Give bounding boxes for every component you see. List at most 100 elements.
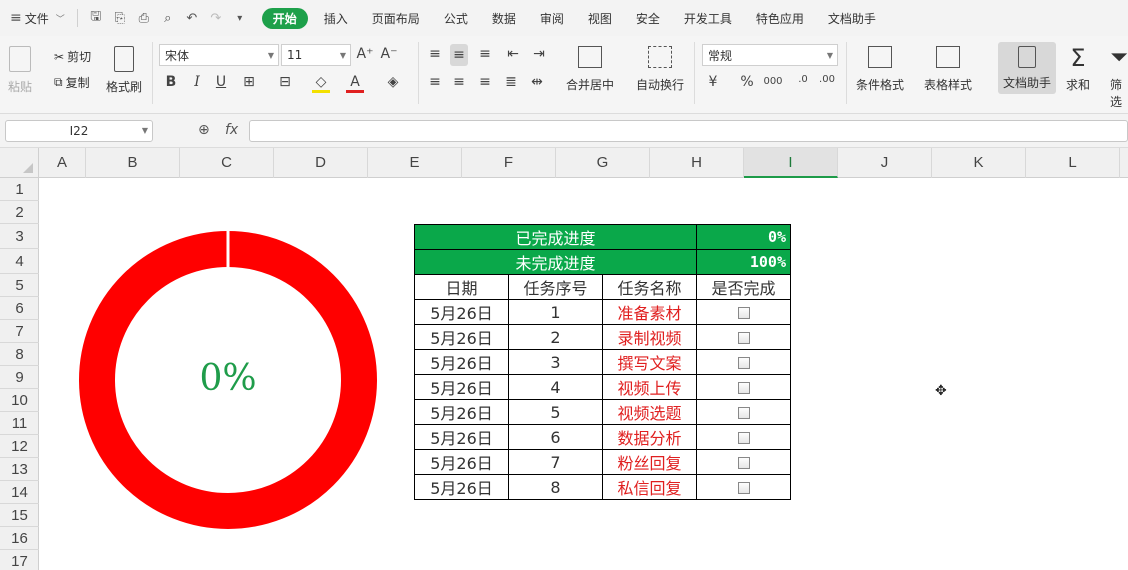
task-number-cell[interactable]: 6 bbox=[508, 424, 603, 450]
row-header-14[interactable]: 14 bbox=[0, 481, 39, 504]
task-number-cell[interactable]: 2 bbox=[508, 324, 603, 350]
task-number-cell[interactable]: 8 bbox=[508, 474, 603, 500]
row-header-15[interactable]: 15 bbox=[0, 504, 39, 527]
justify-icon[interactable]: ≣ bbox=[502, 74, 520, 90]
tab-insert[interactable]: 插入 bbox=[312, 0, 360, 36]
task-number-cell[interactable]: 1 bbox=[508, 299, 603, 325]
done-checkbox[interactable] bbox=[737, 457, 750, 469]
cut-button[interactable]: ✂ 剪切 bbox=[54, 48, 91, 65]
task-done-cell[interactable] bbox=[696, 374, 791, 400]
number-format-select[interactable]: 常规 ▼ bbox=[702, 44, 838, 66]
tab-review[interactable]: 审阅 bbox=[528, 0, 576, 36]
task-done-cell[interactable] bbox=[696, 449, 791, 475]
tab-developer[interactable]: 开发工具 bbox=[672, 0, 744, 36]
name-box[interactable]: I22 ▼ bbox=[5, 120, 153, 142]
task-done-cell[interactable] bbox=[696, 324, 791, 350]
row-header-17[interactable]: 17 bbox=[0, 550, 39, 570]
decrease-font-icon[interactable]: A⁻ bbox=[380, 46, 398, 62]
task-number-cell[interactable]: 3 bbox=[508, 349, 603, 375]
task-name-cell[interactable]: 准备素材 bbox=[602, 299, 697, 325]
task-date-cell[interactable]: 5月26日 bbox=[414, 299, 509, 325]
align-center-icon[interactable]: ≡ bbox=[450, 74, 468, 90]
print-preview-icon[interactable]: ⌕ bbox=[160, 11, 176, 26]
task-done-cell[interactable] bbox=[696, 399, 791, 425]
underline-icon[interactable]: U bbox=[212, 74, 230, 90]
save-icon[interactable]: 🖫 bbox=[88, 7, 104, 29]
row-header-6[interactable]: 6 bbox=[0, 297, 39, 320]
font-color-icon[interactable]: A bbox=[346, 74, 364, 93]
task-name-cell[interactable]: 粉丝回复 bbox=[602, 449, 697, 475]
customize-icon[interactable]: ▾ bbox=[232, 13, 248, 24]
row-header-1[interactable]: 1 bbox=[0, 178, 39, 201]
task-date-cell[interactable]: 5月26日 bbox=[414, 449, 509, 475]
task-done-cell[interactable] bbox=[696, 474, 791, 500]
format-painter-button[interactable]: 格式刷 bbox=[106, 46, 142, 95]
align-bottom-icon[interactable]: ≡ bbox=[476, 46, 494, 62]
row-header-16[interactable]: 16 bbox=[0, 527, 39, 550]
sum-button[interactable]: Σ 求和 bbox=[1066, 44, 1090, 93]
task-date-cell[interactable]: 5月26日 bbox=[414, 474, 509, 500]
font-size-select[interactable]: 11 ▼ bbox=[281, 44, 351, 66]
zoom-icon[interactable]: ⊕ bbox=[198, 122, 210, 138]
redo-icon[interactable]: ↷ bbox=[208, 11, 224, 26]
row-header-3[interactable]: 3 bbox=[0, 224, 39, 249]
row-header-4[interactable]: 4 bbox=[0, 249, 39, 274]
row-header-7[interactable]: 7 bbox=[0, 320, 39, 343]
column-header-l[interactable]: L bbox=[1026, 148, 1120, 178]
task-name-cell[interactable]: 视频上传 bbox=[602, 374, 697, 400]
row-header-10[interactable]: 10 bbox=[0, 389, 39, 412]
task-done-cell[interactable] bbox=[696, 424, 791, 450]
row-header-12[interactable]: 12 bbox=[0, 435, 39, 458]
column-header-i[interactable]: I bbox=[744, 148, 838, 178]
done-checkbox[interactable] bbox=[737, 407, 750, 419]
border-icon[interactable]: ⊞ bbox=[240, 74, 258, 90]
task-date-cell[interactable]: 5月26日 bbox=[414, 399, 509, 425]
filter-button[interactable]: ⏷ 筛选 bbox=[1110, 44, 1128, 110]
percent-icon[interactable]: % bbox=[738, 74, 756, 90]
copy-button[interactable]: ⧉ 复制 bbox=[54, 74, 90, 91]
bold-icon[interactable]: B bbox=[162, 74, 180, 90]
remaining-progress-value[interactable]: 100% bbox=[696, 249, 791, 275]
header-task-number[interactable]: 任务序号 bbox=[508, 274, 603, 300]
task-done-cell[interactable] bbox=[696, 349, 791, 375]
row-header-2[interactable]: 2 bbox=[0, 201, 39, 224]
doc-assistant-button[interactable]: 文档助手 bbox=[998, 42, 1056, 94]
column-header-b[interactable]: B bbox=[86, 148, 180, 178]
increase-decimal-icon[interactable]: .0 bbox=[794, 74, 812, 85]
tab-security[interactable]: 安全 bbox=[624, 0, 672, 36]
task-number-cell[interactable]: 7 bbox=[508, 449, 603, 475]
clear-format-icon[interactable]: ◈ bbox=[384, 74, 402, 90]
task-number-cell[interactable]: 5 bbox=[508, 399, 603, 425]
increase-font-icon[interactable]: A⁺ bbox=[356, 46, 374, 62]
completed-progress-value[interactable]: 0% bbox=[696, 224, 791, 250]
decrease-decimal-icon[interactable]: .00 bbox=[818, 74, 836, 85]
fx-icon[interactable]: fx bbox=[225, 122, 238, 138]
header-done[interactable]: 是否完成 bbox=[696, 274, 791, 300]
row-header-8[interactable]: 8 bbox=[0, 343, 39, 366]
paste-button[interactable]: 粘贴 bbox=[8, 46, 32, 95]
column-header-d[interactable]: D bbox=[274, 148, 368, 178]
tab-formulas[interactable]: 公式 bbox=[432, 0, 480, 36]
align-left-icon[interactable]: ≡ bbox=[426, 74, 444, 90]
task-name-cell[interactable]: 私信回复 bbox=[602, 474, 697, 500]
tab-page-layout[interactable]: 页面布局 bbox=[360, 0, 432, 36]
task-name-cell[interactable]: 录制视频 bbox=[602, 324, 697, 350]
tab-special-features[interactable]: 特色应用 bbox=[744, 0, 816, 36]
wrap-text-button[interactable]: 自动换行 bbox=[636, 46, 684, 93]
column-header-e[interactable]: E bbox=[368, 148, 462, 178]
task-name-cell[interactable]: 视频选题 bbox=[602, 399, 697, 425]
column-header-f[interactable]: F bbox=[462, 148, 556, 178]
italic-icon[interactable]: I bbox=[188, 74, 206, 90]
task-done-cell[interactable] bbox=[696, 299, 791, 325]
merge-center-button[interactable]: 合并居中 bbox=[566, 46, 614, 93]
task-date-cell[interactable]: 5月26日 bbox=[414, 324, 509, 350]
task-date-cell[interactable]: 5月26日 bbox=[414, 349, 509, 375]
row-header-13[interactable]: 13 bbox=[0, 458, 39, 481]
header-date[interactable]: 日期 bbox=[414, 274, 509, 300]
task-name-cell[interactable]: 撰写文案 bbox=[602, 349, 697, 375]
done-checkbox[interactable] bbox=[737, 357, 750, 369]
column-header-g[interactable]: G bbox=[556, 148, 650, 178]
align-middle-icon[interactable]: ≡ bbox=[450, 44, 468, 66]
decrease-indent-icon[interactable]: ⇤ bbox=[504, 46, 522, 62]
done-checkbox[interactable] bbox=[737, 482, 750, 494]
